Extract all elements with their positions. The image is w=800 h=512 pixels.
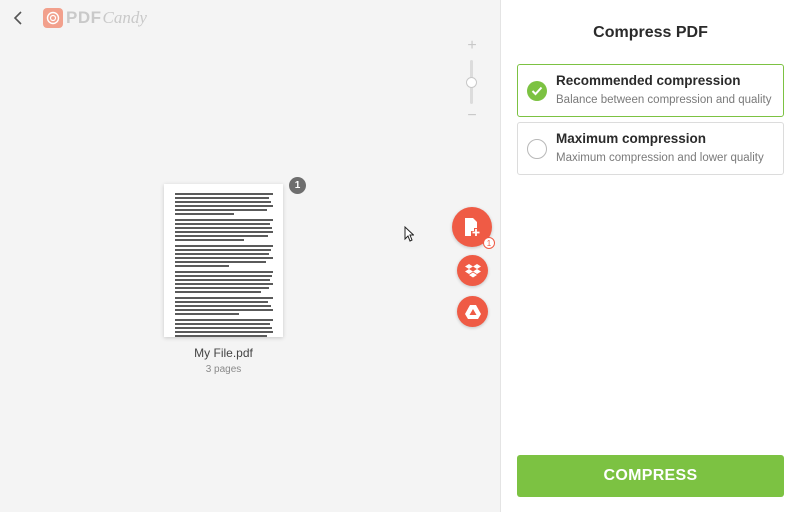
option-subtitle: Maximum compression and lower quality xyxy=(556,152,764,164)
dropbox-icon xyxy=(464,263,481,277)
google-drive-icon xyxy=(464,304,481,319)
add-file-icon xyxy=(465,218,480,236)
option-title: Maximum compression xyxy=(556,131,707,146)
logo-text-candy: Candy xyxy=(102,8,147,27)
document-thumbnail[interactable] xyxy=(164,184,283,337)
workspace-panel: PDF Candy + − 1 My File.pdf 3 pages 1 xyxy=(0,0,501,512)
zoom-out-button[interactable]: − xyxy=(464,108,480,124)
option-maximum-compression[interactable]: Maximum compression Maximum compression … xyxy=(517,122,784,175)
candy-logo-icon xyxy=(43,8,63,28)
document-text-preview xyxy=(175,193,273,337)
zoom-in-button[interactable]: + xyxy=(464,38,480,54)
panel-title: Compress PDF xyxy=(593,24,708,41)
back-button[interactable] xyxy=(9,8,29,28)
logo-text-pdf: PDF xyxy=(66,8,102,27)
option-subtitle: Balance between compression and quality xyxy=(556,94,772,106)
pdfcandy-logo[interactable]: PDF Candy xyxy=(43,8,147,28)
upload-count-badge: 1 xyxy=(483,237,495,249)
check-icon xyxy=(531,86,543,96)
google-drive-button[interactable] xyxy=(457,296,488,327)
chevron-left-icon xyxy=(13,11,22,25)
radio-unselected xyxy=(527,139,547,159)
option-recommended-compression[interactable]: Recommended compression Balance between … xyxy=(517,64,784,117)
mouse-cursor-icon xyxy=(404,226,414,242)
dropbox-button[interactable] xyxy=(457,255,488,286)
compress-button[interactable]: COMPRESS xyxy=(517,455,784,497)
option-title: Recommended compression xyxy=(556,73,741,88)
zoom-slider-thumb[interactable] xyxy=(466,77,477,88)
radio-selected xyxy=(527,81,547,101)
file-name: My File.pdf xyxy=(194,346,253,360)
page-number-badge: 1 xyxy=(289,177,306,194)
options-panel: Compress PDF Recommended compression Bal… xyxy=(501,0,800,512)
file-page-count: 3 pages xyxy=(205,364,242,375)
